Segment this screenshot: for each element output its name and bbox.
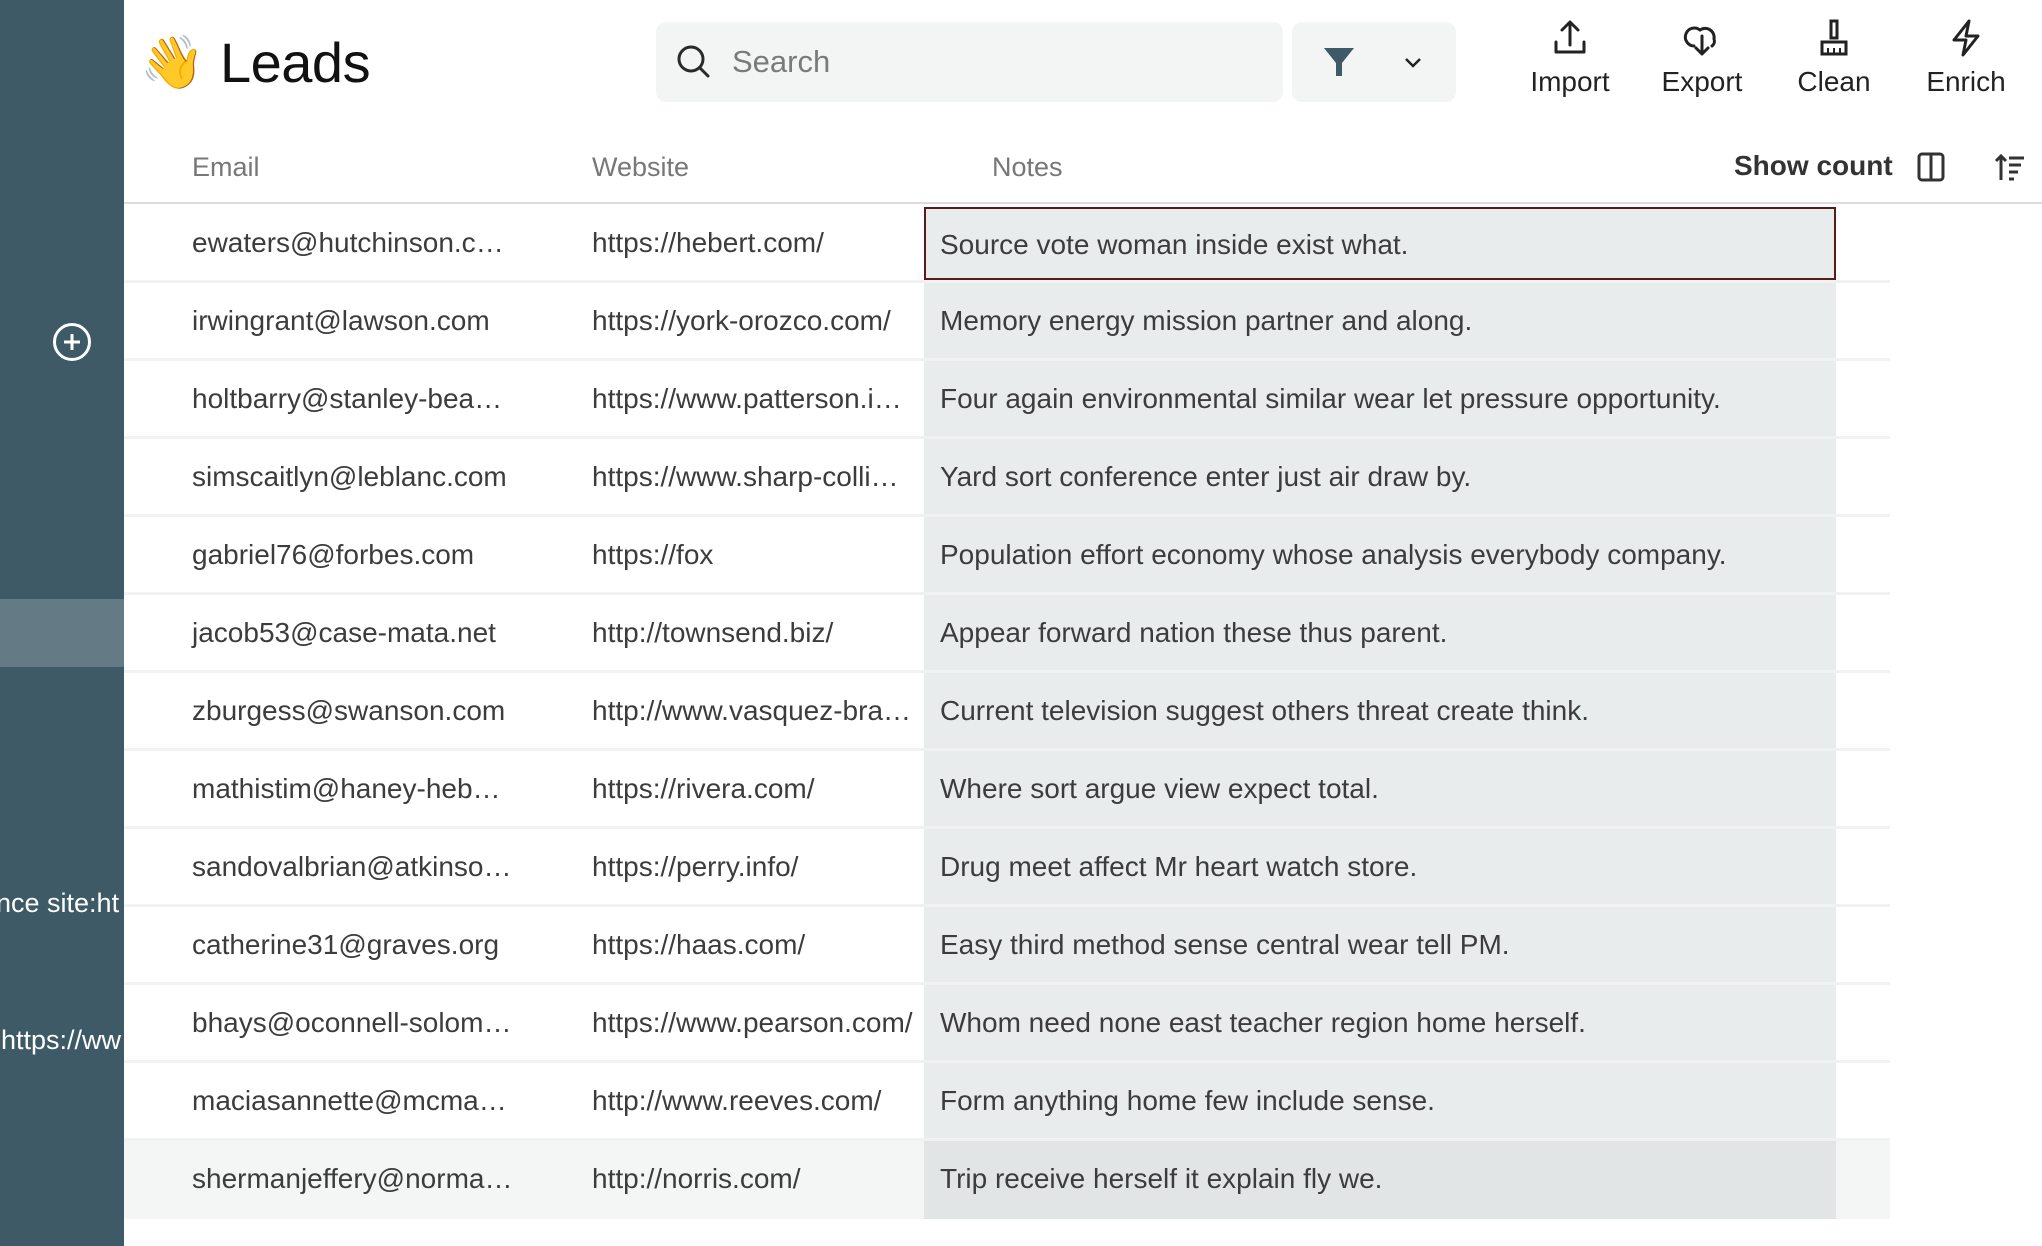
search-input[interactable] [732, 44, 1252, 80]
notes-cell[interactable]: Appear forward nation these thus parent. [924, 595, 1836, 670]
plus-icon [64, 334, 80, 350]
email-cell[interactable]: gabriel76@forbes.com [124, 517, 524, 592]
website-cell[interactable]: http://norris.com/ [524, 1141, 924, 1219]
table-row[interactable]: zburgess@swanson.com http://www.vasquez-b… [124, 673, 1890, 751]
notes-cell[interactable]: Current television suggest others threat… [924, 673, 1836, 748]
column-header-notes[interactable]: Notes [992, 152, 1063, 183]
email-cell[interactable]: holtbarry@stanley-beasley.c… [124, 361, 524, 436]
table-row[interactable]: shermanjeffery@norman-m… http://norris.co… [124, 1141, 1890, 1219]
sidebar: nce site:ht https://ww [0, 0, 124, 1246]
email-cell[interactable]: irwingrant@lawson.com [124, 283, 524, 358]
table-row[interactable]: mathistim@haney-hebert.c… https://rivera.… [124, 751, 1890, 829]
clean-button[interactable]: Clean [1768, 18, 1900, 98]
table-row[interactable]: jacob53@case-mata.net http://townsend.biz… [124, 595, 1890, 673]
website-cell[interactable]: https://hebert.com/ [524, 205, 924, 280]
table-row[interactable]: irwingrant@lawson.com https://york-orozco… [124, 283, 1890, 361]
notes-cell[interactable]: Source vote woman inside exist what. [924, 207, 1836, 280]
website-cell[interactable]: https://haas.com/ [524, 907, 924, 982]
notes-cell[interactable]: Drug meet affect Mr heart watch store. [924, 829, 1836, 904]
sidebar-overflow-text: nce site:ht [0, 888, 120, 918]
chevron-down-icon [1405, 58, 1421, 68]
email-cell[interactable]: shermanjeffery@norman-m… [124, 1141, 524, 1219]
upload-icon [1554, 20, 1586, 54]
email-cell[interactable]: zburgess@swanson.com [124, 673, 524, 748]
email-cell[interactable]: ewaters@hutchinson.com [124, 205, 524, 280]
notes-cell[interactable]: Easy third method sense central wear tel… [924, 907, 1836, 982]
table-row[interactable]: ewaters@hutchinson.com https://hebert.com… [124, 205, 1890, 283]
enrich-label: Enrich [1926, 66, 2006, 97]
leads-table: ewaters@hutchinson.com https://hebert.com… [124, 205, 1890, 1219]
table-row[interactable]: gabriel76@forbes.com https://fox Populatio… [124, 517, 1890, 595]
page-title: Leads [220, 31, 371, 94]
notes-cell[interactable]: Four again environmental similar wear le… [924, 361, 1836, 436]
waving-hand-icon: 👋 [140, 33, 205, 92]
website-cell[interactable]: http://townsend.biz/ [524, 595, 924, 670]
sidebar-overflow-text: https://ww [1, 1025, 122, 1055]
website-cell[interactable]: https://www.patterson.info/ [524, 361, 924, 436]
search-icon [677, 45, 710, 78]
export-button[interactable]: Export [1636, 18, 1768, 98]
notes-cell[interactable]: Whom need none east teacher region home … [924, 985, 1836, 1060]
funnel-icon [1324, 48, 1354, 76]
broom-icon [1820, 19, 1848, 56]
email-cell[interactable]: simscaitlyn@leblanc.com [124, 439, 524, 514]
lightning-icon [1952, 19, 1980, 57]
table-header: Email Website Notes Show count [124, 130, 2042, 204]
table-row[interactable]: bhays@oconnell-solomon.c…https://www.pea… [124, 985, 1890, 1063]
notes-cell[interactable]: Where sort argue view expect total. [924, 751, 1836, 826]
sort-ascending-icon[interactable] [1994, 150, 2028, 184]
table-row[interactable]: simscaitlyn@leblanc.com https://www.sharp… [124, 439, 1890, 517]
cloud-download-icon [1683, 26, 1716, 56]
page-title-wrap: 👋 Leads [140, 30, 371, 95]
sidebar-active-item[interactable] [0, 599, 124, 667]
table-row[interactable]: maciasannette@mcmahon.…http://www.reeves… [124, 1063, 1890, 1141]
table-row[interactable]: catherine31@graves.org https://haas.com/E… [124, 907, 1890, 985]
table-row[interactable]: holtbarry@stanley-beasley.c…https://www.… [124, 361, 1890, 439]
import-button[interactable]: Import [1504, 18, 1636, 98]
email-cell[interactable]: sandovalbrian@atkinson.org [124, 829, 524, 904]
export-label: Export [1661, 66, 1743, 97]
column-header-email[interactable]: Email [192, 152, 260, 183]
website-cell[interactable]: https://www.pearson.com/ [524, 985, 924, 1060]
website-cell[interactable]: https://perry.info/ [524, 829, 924, 904]
enrich-button[interactable]: Enrich [1900, 18, 2032, 98]
website-cell[interactable]: https://fox [524, 517, 924, 592]
column-header-website[interactable]: Website [592, 152, 689, 183]
toolbar: Import Export Clean Enrich [1504, 18, 2032, 98]
notes-cell[interactable]: Memory energy mission partner and along. [924, 283, 1836, 358]
table-row[interactable]: sandovalbrian@atkinson.org https://perry.… [124, 829, 1890, 907]
email-cell[interactable]: maciasannette@mcmahon.… [124, 1063, 524, 1138]
email-cell[interactable]: jacob53@case-mata.net [124, 595, 524, 670]
website-cell[interactable]: https://www.sharp-collier.or… [524, 439, 924, 514]
email-cell[interactable]: bhays@oconnell-solomon.c… [124, 985, 524, 1060]
notes-cell[interactable]: Trip receive herself it explain fly we. [924, 1141, 1836, 1219]
website-cell[interactable]: https://rivera.com/ [524, 751, 924, 826]
notes-cell[interactable]: Population effort economy whose analysis… [924, 517, 1836, 592]
notes-cell[interactable]: Form anything home few include sense. [924, 1063, 1836, 1138]
email-cell[interactable]: mathistim@haney-hebert.c… [124, 751, 524, 826]
email-cell[interactable]: catherine31@graves.org [124, 907, 524, 982]
website-cell[interactable]: http://www.vasquez-bradley… [524, 673, 924, 748]
website-cell[interactable]: http://www.reeves.com/ [524, 1063, 924, 1138]
clean-label: Clean [1797, 66, 1871, 97]
add-button[interactable] [53, 323, 91, 361]
import-label: Import [1530, 66, 1610, 97]
notes-cell[interactable]: Yard sort conference enter just air draw… [924, 439, 1836, 514]
search-box[interactable] [656, 22, 1283, 102]
header: 👋 Leads Import Export Clean Enrich [124, 0, 2042, 126]
filter-button[interactable] [1292, 22, 1456, 102]
website-cell[interactable]: https://york-orozco.com/ [524, 283, 924, 358]
show-count-button[interactable]: Show count [1734, 150, 1893, 182]
columns-icon[interactable] [1914, 150, 1948, 184]
